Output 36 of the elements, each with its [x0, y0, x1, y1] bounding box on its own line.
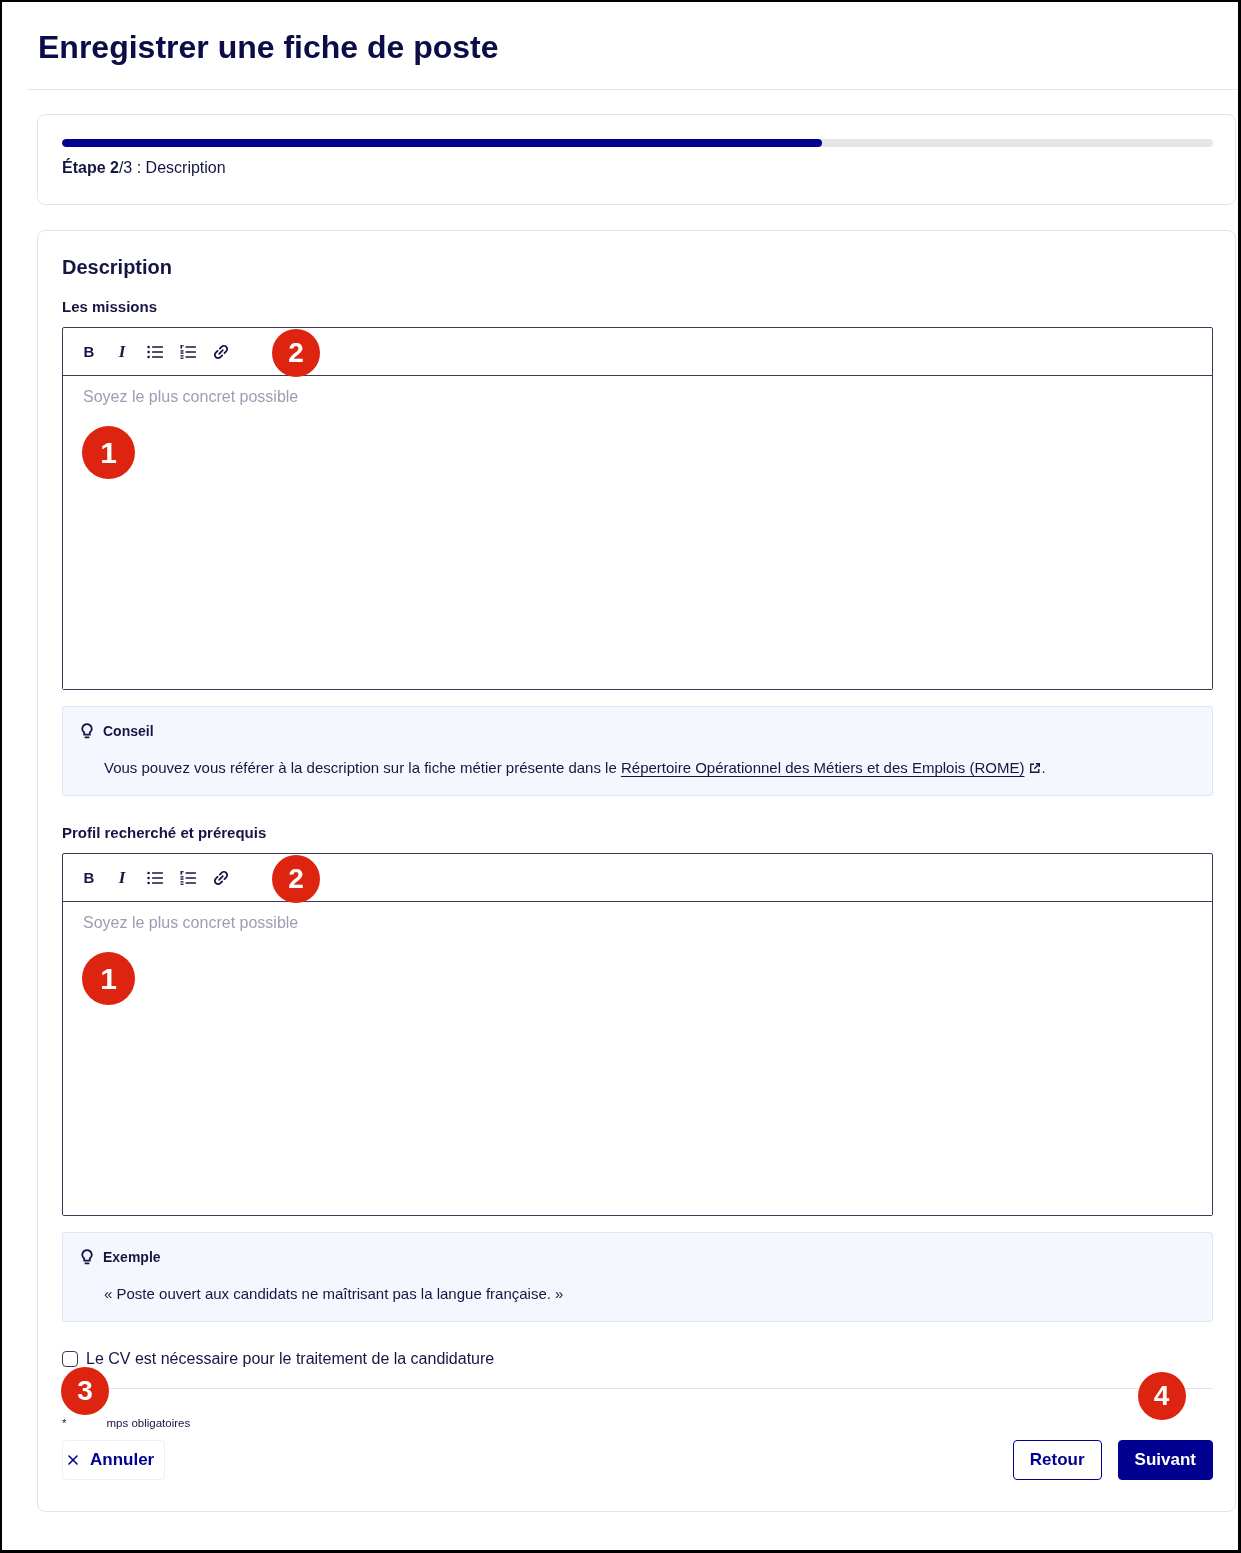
step-text: Étape 2/3 : Description	[62, 157, 227, 178]
close-icon	[68, 1455, 78, 1465]
field-label: Profil recherché et prérequis	[62, 823, 268, 843]
annotation-marker: 2	[272, 329, 320, 377]
lightbulb-icon	[81, 1249, 93, 1265]
italic-button[interactable]: I	[110, 865, 134, 890]
page-title: Enregistrer une fiche de poste	[38, 28, 500, 67]
footnote-text: mps obligatoires	[106, 1417, 191, 1429]
link-icon	[213, 869, 229, 886]
numbered-list-icon	[180, 343, 196, 360]
text-link[interactable]: Répertoire Opérationnel des Métiers et des Emplois (ROME)	[620, 759, 1025, 776]
next-button[interactable]: Suivant	[1117, 1440, 1213, 1480]
section-heading: Description	[62, 255, 174, 279]
rich-text-editor[interactable]: B I Soyez le plus concret possible 2 1	[62, 327, 1213, 690]
cancel-button[interactable]: Annuler	[62, 1440, 166, 1480]
tip-title: Conseil	[103, 722, 154, 740]
checkbox[interactable]	[62, 1351, 78, 1367]
tip-title: Exemple	[103, 1248, 161, 1266]
annotation-marker: 3	[61, 1367, 109, 1415]
italic-button[interactable]: I	[110, 339, 134, 364]
bold-button[interactable]: B	[77, 865, 101, 890]
tip-text: Vous pouvez vous référer à la description sur la fiche métier présente dans le Répertoire Opérationnel des Métiers et des Emplois (ROME) .	[104, 758, 1047, 778]
footnote-text: *	[62, 1417, 67, 1429]
rich-text-editor[interactable]: B I Soyez le plus concret possible 2 1	[62, 853, 1213, 1216]
link-icon	[213, 343, 229, 360]
bullet-list-icon	[147, 343, 163, 360]
annotation-marker: 2	[272, 855, 320, 903]
lightbulb-icon	[81, 723, 93, 739]
numbered-list-icon	[180, 869, 196, 886]
bold-button[interactable]: B	[77, 339, 101, 364]
tip-text: « Poste ouvert aux candidats ne maîtrisant pas la langue française. »	[104, 1284, 565, 1304]
annotation-marker: 4	[1137, 1372, 1186, 1420]
field-label: Les missions	[62, 297, 159, 317]
bullet-list-icon	[147, 869, 163, 886]
external-link-icon	[1029, 762, 1042, 774]
back-button[interactable]: Retour	[1012, 1440, 1102, 1480]
